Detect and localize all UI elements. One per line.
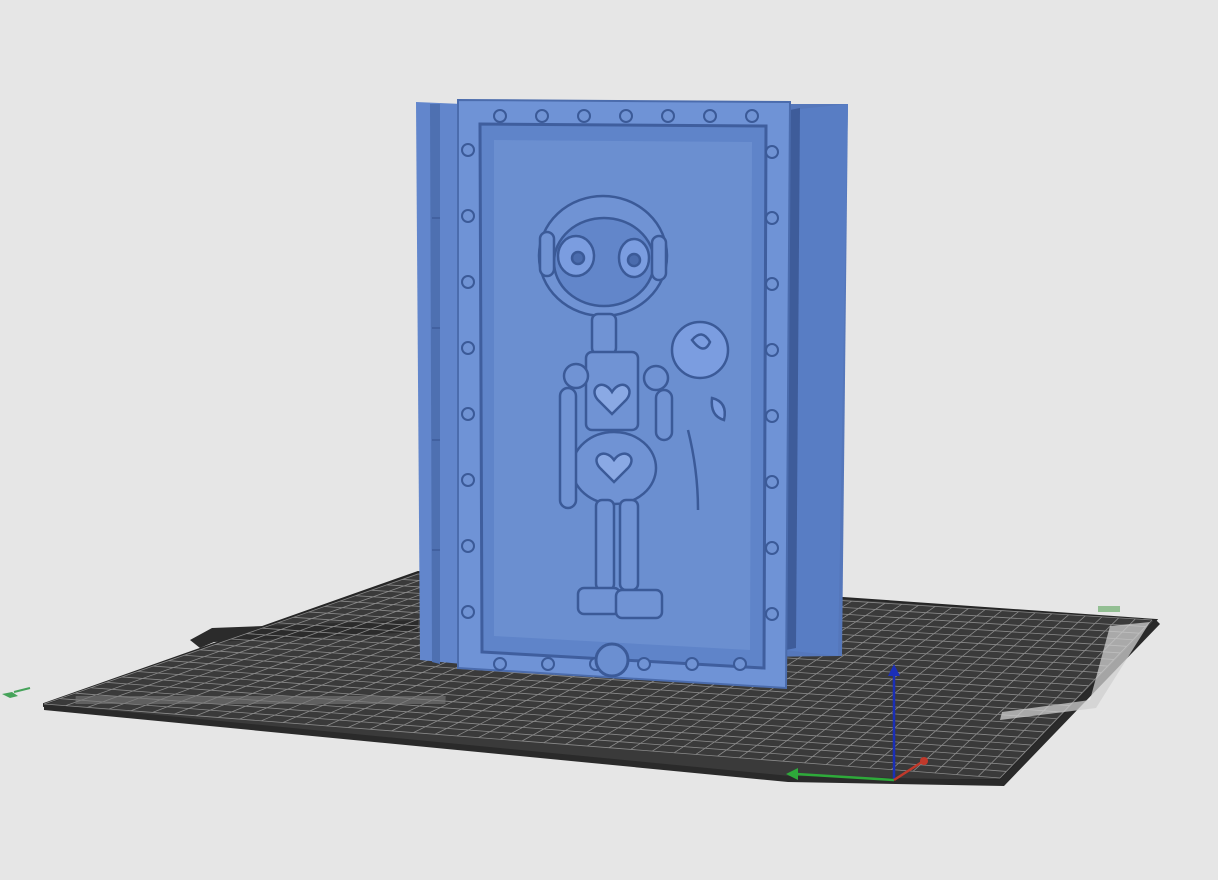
frame-rivet — [765, 277, 779, 291]
frame-rivet — [577, 109, 591, 123]
frame-rivet — [461, 473, 475, 487]
frame-rivet — [461, 605, 475, 619]
frame-rivet — [765, 541, 779, 555]
frame-rivet — [461, 143, 475, 157]
frame-rivet — [493, 109, 507, 123]
robot-foot-right — [614, 588, 664, 620]
view-marker-icon — [2, 692, 18, 698]
frame-rivet — [765, 409, 779, 423]
robot-arm-right — [654, 388, 674, 442]
frame-rivet — [745, 109, 759, 123]
frame-rivet — [619, 109, 633, 123]
frame-rivet — [461, 407, 475, 421]
bed-logo-icon — [75, 696, 446, 704]
frame-rivet — [461, 341, 475, 355]
robot-leg-left — [594, 498, 616, 592]
robot-foot-left — [576, 586, 622, 616]
frame-rivet — [541, 657, 555, 671]
frame-rivet — [637, 657, 651, 671]
3d-viewport[interactable] — [0, 0, 1218, 880]
robot-headphone-right — [650, 234, 668, 282]
frame-rivet — [685, 657, 699, 671]
frame-rivet — [765, 607, 779, 621]
frame-rivet — [461, 209, 475, 223]
model-relief-panel[interactable] — [416, 98, 848, 690]
scene-canvas[interactable] — [0, 0, 1218, 880]
frame-rivet — [765, 343, 779, 357]
frame-medallion — [594, 642, 630, 678]
robot-headphone-left — [538, 230, 556, 278]
robot-arm-left — [558, 386, 578, 510]
frame-rivet — [535, 109, 549, 123]
frame-rivet — [703, 109, 717, 123]
frame-rivet — [461, 275, 475, 289]
frame-rivet — [661, 109, 675, 123]
frame-rivet — [493, 657, 507, 671]
frame-rivet — [733, 657, 747, 671]
frame-rivet — [461, 539, 475, 553]
frame-rivet — [765, 211, 779, 225]
rose-flower — [670, 320, 730, 380]
frame-rivet — [765, 145, 779, 159]
bed-corner-mark — [1098, 606, 1120, 612]
robot-neck — [590, 312, 618, 356]
robot-leg-right — [618, 498, 640, 592]
frame-rivet — [765, 475, 779, 489]
